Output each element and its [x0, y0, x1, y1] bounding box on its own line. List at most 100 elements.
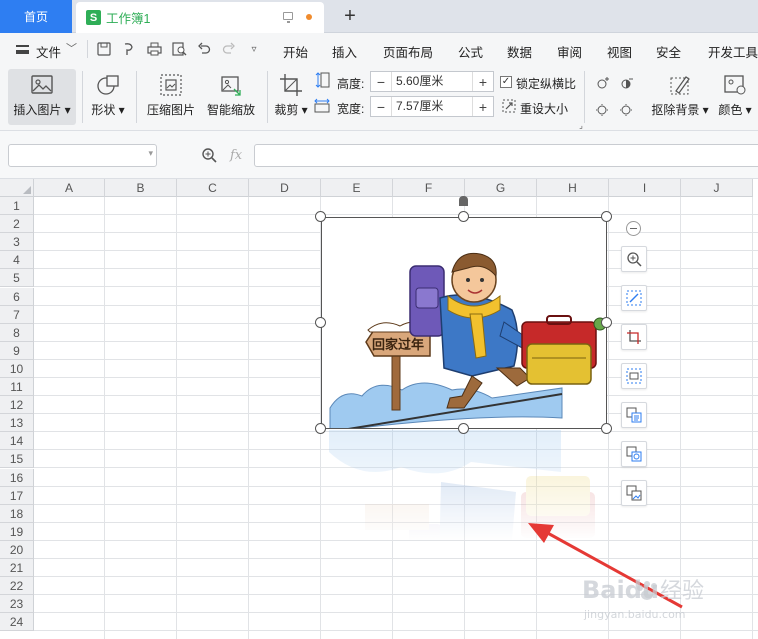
- row-header[interactable]: 24: [0, 613, 34, 631]
- row-header[interactable]: 1: [0, 197, 34, 215]
- resize-handle-top-right[interactable]: [601, 211, 612, 222]
- height-stepper[interactable]: − 5.60厘米 +: [370, 71, 494, 92]
- name-box[interactable]: [8, 144, 157, 167]
- crop-button[interactable]: 裁剪 ▾: [272, 73, 310, 118]
- document-tab[interactable]: S 工作簿1: [76, 2, 324, 33]
- height-increase-button[interactable]: +: [473, 72, 493, 91]
- row-header[interactable]: 22: [0, 577, 34, 595]
- menu-home[interactable]: 开始: [283, 42, 308, 61]
- format-painter-icon[interactable]: [121, 41, 137, 57]
- menu-view[interactable]: 视图: [607, 42, 632, 61]
- brightness-up-icon[interactable]: [595, 75, 611, 91]
- row-header[interactable]: 5: [0, 269, 34, 287]
- chevron-down-icon[interactable]: ﹀: [66, 40, 77, 56]
- customize-toolbar-icon[interactable]: ▿: [246, 41, 262, 57]
- remove-background-button[interactable]: 抠除背景 ▾: [648, 73, 712, 118]
- menu-data[interactable]: 数据: [507, 42, 532, 61]
- menu-security[interactable]: 安全: [656, 42, 681, 61]
- menu-review[interactable]: 审阅: [557, 42, 582, 61]
- menu-developer[interactable]: 开发工具: [708, 42, 758, 61]
- lock-ratio-checkbox[interactable]: ✓: [500, 76, 512, 88]
- reset-size-button[interactable]: 重设大小: [520, 100, 568, 117]
- color-button[interactable]: 颜色 ▾: [716, 73, 754, 118]
- row-header[interactable]: 8: [0, 324, 34, 342]
- monitor-icon[interactable]: [283, 12, 293, 23]
- home-tab[interactable]: 首页: [0, 0, 72, 33]
- resize-handle-bottom-left[interactable]: [315, 423, 326, 434]
- column-header[interactable]: I: [609, 179, 681, 197]
- row-header[interactable]: 16: [0, 469, 34, 487]
- resize-handle-top-left[interactable]: [315, 211, 326, 222]
- select-area-button[interactable]: [621, 363, 647, 389]
- row-header[interactable]: 6: [0, 288, 34, 306]
- picture-translate-button[interactable]: [621, 441, 647, 467]
- row-header[interactable]: 19: [0, 523, 34, 541]
- column-header[interactable]: A: [34, 179, 105, 197]
- column-header[interactable]: E: [321, 179, 393, 197]
- formula-input[interactable]: [254, 144, 758, 167]
- crop-side-button[interactable]: [621, 324, 647, 350]
- height-value[interactable]: 5.60厘米: [391, 72, 473, 91]
- resize-handle-bottom-right[interactable]: [601, 423, 612, 434]
- print-icon[interactable]: [146, 41, 162, 57]
- row-header[interactable]: 11: [0, 378, 34, 396]
- rotate-handle[interactable]: [459, 196, 468, 206]
- smart-scale-button[interactable]: 智能缩放: [203, 73, 259, 118]
- row-header[interactable]: 14: [0, 432, 34, 450]
- zoom-in-button[interactable]: [621, 246, 647, 272]
- zoom-icon[interactable]: [201, 147, 217, 163]
- menu-file[interactable]: 文件: [36, 42, 61, 61]
- height-decrease-button[interactable]: −: [371, 72, 391, 91]
- row-header[interactable]: 17: [0, 487, 34, 505]
- row-header[interactable]: 10: [0, 360, 34, 378]
- row-header[interactable]: 21: [0, 559, 34, 577]
- resize-handle-bottom[interactable]: [458, 423, 469, 434]
- resize-handle-top[interactable]: [458, 211, 469, 222]
- contrast-up-icon[interactable]: [619, 75, 635, 91]
- column-header[interactable]: D: [249, 179, 321, 197]
- print-preview-icon[interactable]: [171, 41, 187, 57]
- resize-handle-left[interactable]: [315, 317, 326, 328]
- row-header[interactable]: 4: [0, 251, 34, 269]
- row-header[interactable]: 2: [0, 215, 34, 233]
- menu-page-layout[interactable]: 页面布局: [383, 42, 433, 61]
- select-all-button[interactable]: [0, 179, 34, 197]
- undo-icon[interactable]: [196, 41, 212, 57]
- column-header[interactable]: C: [177, 179, 249, 197]
- picture-fill-button[interactable]: [621, 285, 647, 311]
- hamburger-icon[interactable]: [16, 45, 29, 54]
- picture-effects-button[interactable]: [621, 480, 647, 506]
- row-header[interactable]: 20: [0, 541, 34, 559]
- brightness-down-icon[interactable]: [595, 101, 611, 117]
- row-header[interactable]: 12: [0, 396, 34, 414]
- row-header[interactable]: 9: [0, 342, 34, 360]
- menu-insert[interactable]: 插入: [332, 42, 357, 61]
- compress-picture-button[interactable]: 压缩图片: [143, 73, 199, 118]
- redo-icon[interactable]: [221, 41, 237, 57]
- width-increase-button[interactable]: +: [473, 97, 493, 116]
- column-header[interactable]: J: [681, 179, 753, 197]
- fx-label[interactable]: fx: [230, 148, 242, 163]
- resize-handle-right[interactable]: [601, 317, 612, 328]
- menu-formulas[interactable]: 公式: [458, 42, 483, 61]
- width-value[interactable]: 7.57厘米: [391, 97, 473, 116]
- row-header[interactable]: 18: [0, 505, 34, 523]
- width-decrease-button[interactable]: −: [371, 97, 391, 116]
- column-header[interactable]: F: [393, 179, 465, 197]
- row-header[interactable]: 3: [0, 233, 34, 251]
- row-header[interactable]: 23: [0, 595, 34, 613]
- shape-button[interactable]: 形状 ▾: [88, 73, 128, 118]
- contrast-down-icon[interactable]: [619, 101, 635, 117]
- column-header[interactable]: B: [105, 179, 177, 197]
- selected-picture[interactable]: 回家过年: [321, 217, 607, 429]
- new-tab-button[interactable]: +: [339, 4, 361, 28]
- collapse-toolbar-icon[interactable]: [626, 221, 641, 236]
- insert-picture-group[interactable]: 插入图片 ▾: [10, 73, 74, 118]
- width-stepper[interactable]: − 7.57厘米 +: [370, 96, 494, 117]
- save-icon[interactable]: [96, 41, 112, 57]
- column-header[interactable]: H: [537, 179, 609, 197]
- picture-to-text-button[interactable]: [621, 402, 647, 428]
- column-header[interactable]: G: [465, 179, 537, 197]
- row-header[interactable]: 15: [0, 450, 34, 468]
- row-header[interactable]: 13: [0, 414, 34, 432]
